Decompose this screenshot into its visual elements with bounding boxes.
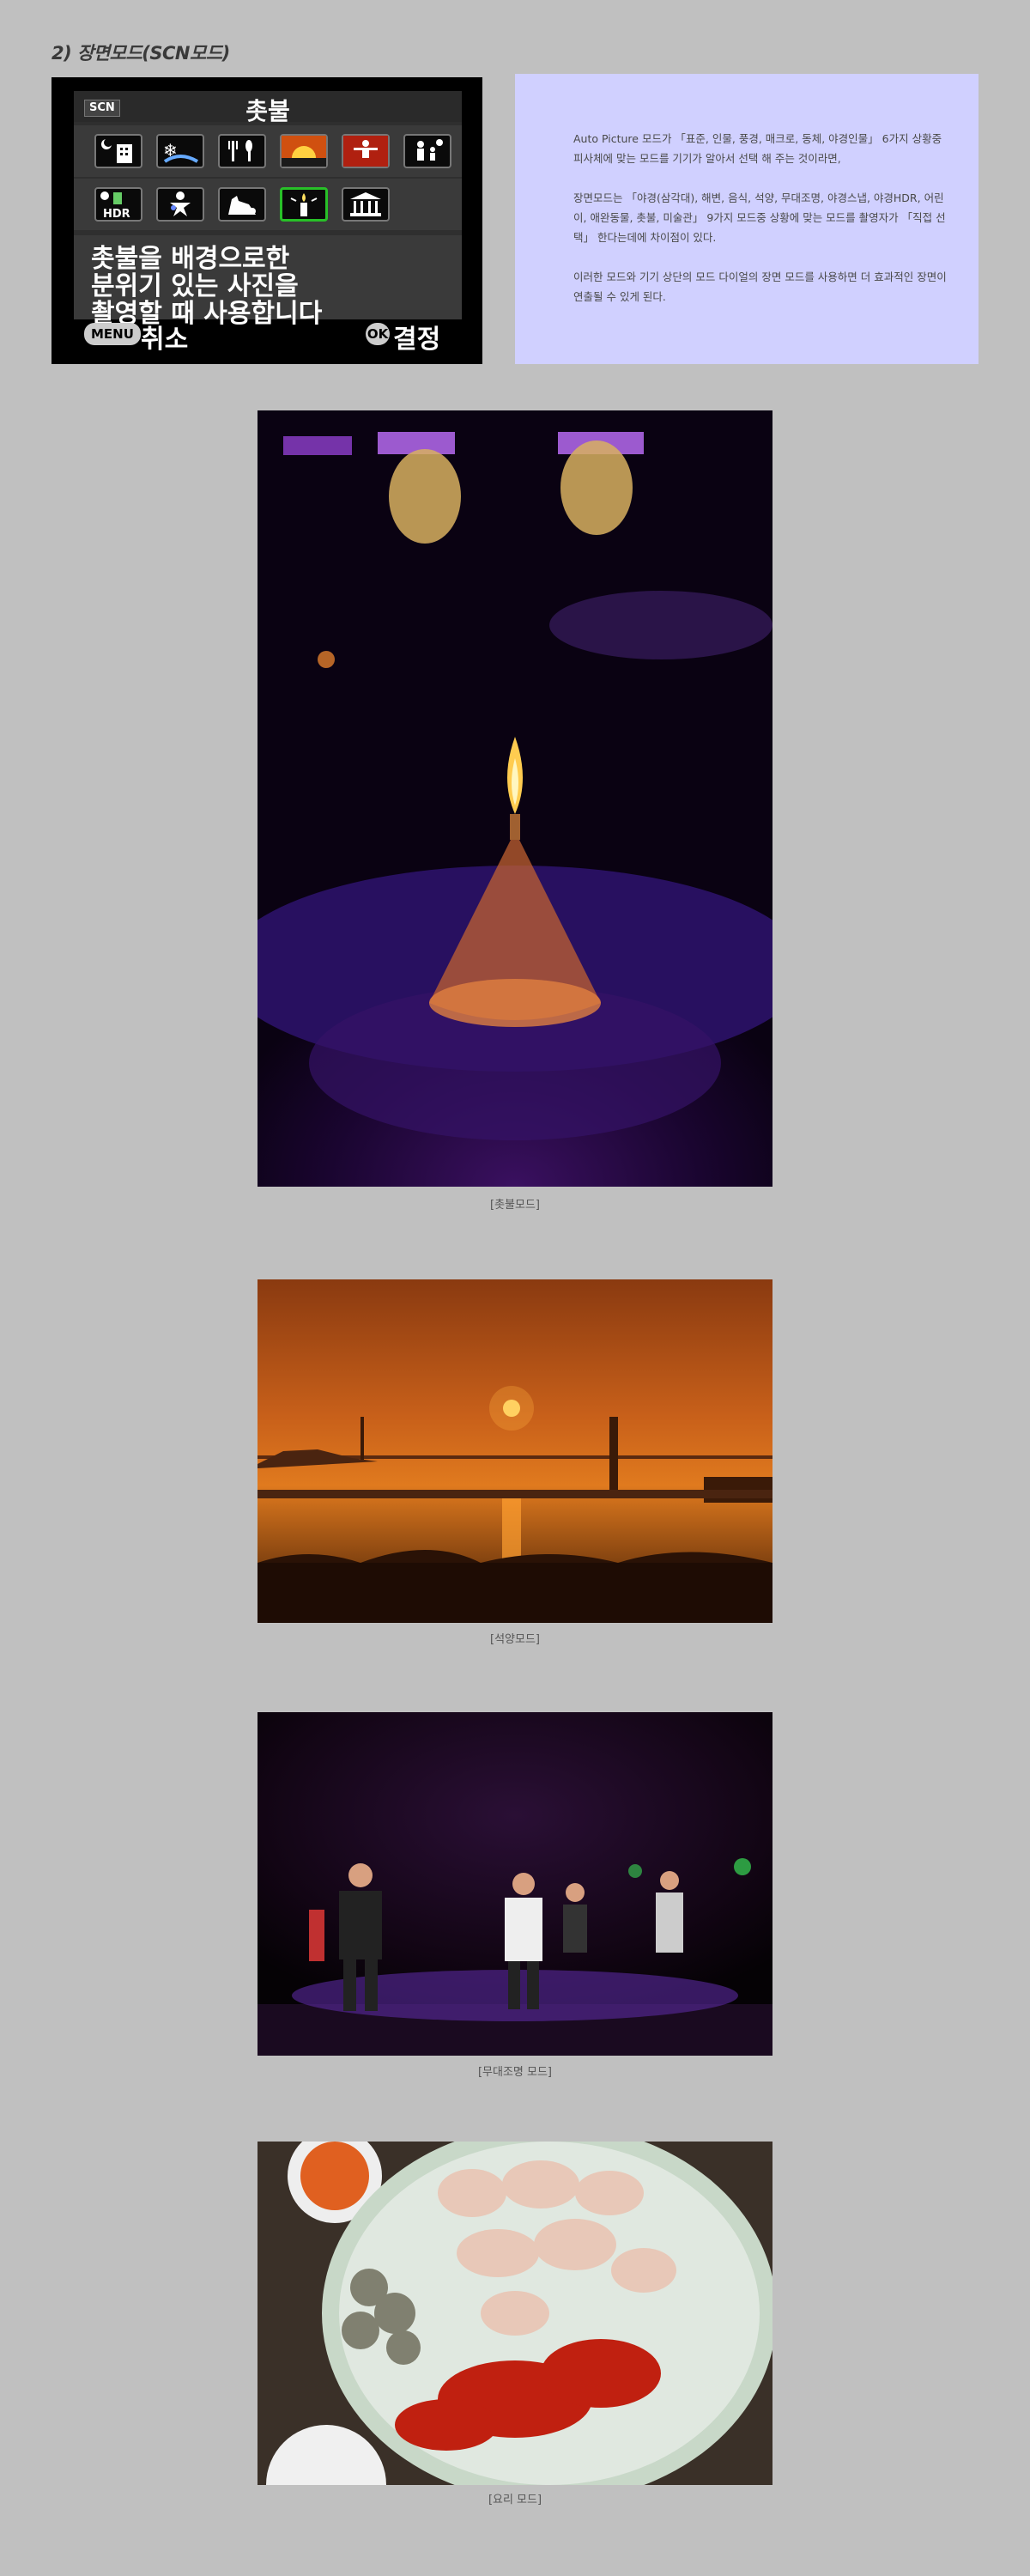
hdr-label: HDR <box>103 208 130 220</box>
info-paragraph-2: 장면모드는 「야경(삼각대), 해변, 음식, 석양, 무대조명, 야경스냅, … <box>573 191 946 244</box>
menu-button[interactable]: MENU <box>84 323 141 345</box>
stage-icon[interactable] <box>342 134 390 168</box>
mode-description-panel: 촛불을 배경으로한 분위기 있는 사진을 촬영할 때 사용합니다 <box>74 235 462 328</box>
photo-caption-stage: [무대조명 모드] <box>477 2066 553 2079</box>
food-icon[interactable] <box>218 134 266 168</box>
sunset-photo <box>258 1279 772 1623</box>
pet-icon[interactable] <box>218 187 266 222</box>
snow-icon[interactable]: ❄ <box>156 134 204 168</box>
camera-menu-panel: SCN 촛불 ❄ HDR 촛불을 배경으로한 분위기 있는 사진을 촬영할 때 … <box>74 91 462 328</box>
sunset-icon[interactable] <box>280 134 328 168</box>
museum-icon[interactable] <box>342 187 390 222</box>
camera-scn-screen: SCN 촛불 ❄ HDR 촛불을 배경으로한 분위기 있는 사진을 촬영할 때 … <box>52 77 482 364</box>
confirm-label: 결정 <box>393 325 441 355</box>
scene-icon-row-1: ❄ <box>74 125 462 177</box>
candle-icon[interactable] <box>280 187 328 222</box>
night-hdr-icon[interactable]: HDR <box>94 187 142 222</box>
kids-icon[interactable] <box>156 187 204 222</box>
info-box: Auto Picture 모드가 「표준, 인물, 풍경, 매크로, 동체, 야… <box>515 74 978 364</box>
camera-menu-header: SCN 촛불 <box>74 91 462 125</box>
info-paragraph-3: 이러한 모드와 기기 상단의 모드 다이얼의 장면 모드를 사용하면 더 효과적… <box>573 270 947 303</box>
mode-description: 촛불을 배경으로한 분위기 있는 사진을 촬영할 때 사용합니다 <box>91 244 323 329</box>
photo-caption-food: [요리 모드] <box>488 2494 542 2506</box>
stage-photo <box>258 1712 772 2056</box>
scene-icon-row-2: HDR <box>74 179 462 230</box>
child-icon[interactable] <box>403 134 451 168</box>
ok-button[interactable]: OK <box>366 323 390 345</box>
info-text: Auto Picture 모드가 「표준, 인물, 풍경, 매크로, 동체, 야… <box>573 129 951 326</box>
info-paragraph-1: Auto Picture 모드가 「표준, 인물, 풍경, 매크로, 동체, 야… <box>573 132 942 165</box>
cancel-label: 취소 <box>141 325 189 355</box>
photo-caption-sunset: [석양모드] <box>490 1633 540 1646</box>
food-photo <box>258 2142 772 2485</box>
page-heading: 2) 장면모드(SCN모드) <box>52 43 230 64</box>
mode-title: 촛불 <box>245 97 290 125</box>
night-portrait-icon[interactable] <box>94 134 142 168</box>
photo-caption-candle: [촛불모드] <box>490 1199 540 1212</box>
candle-photo <box>258 410 772 1187</box>
